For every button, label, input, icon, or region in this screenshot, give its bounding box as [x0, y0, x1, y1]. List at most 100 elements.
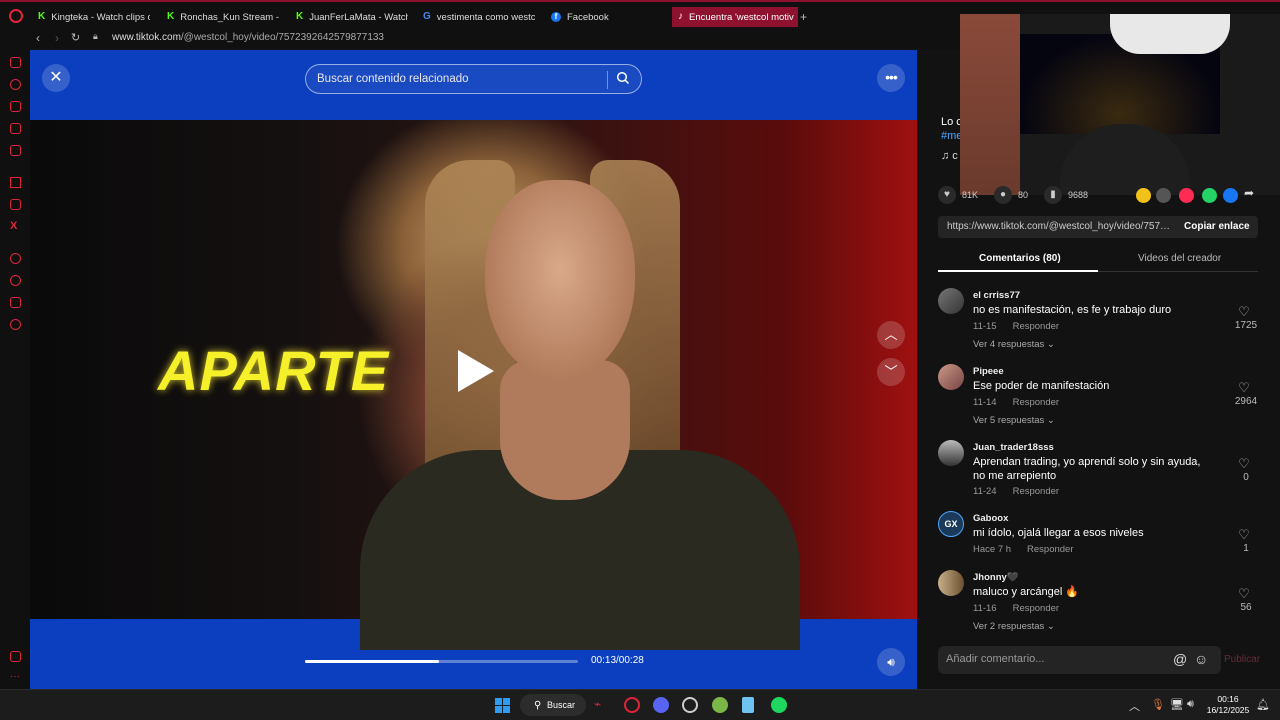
- sidebar-twitch-icon[interactable]: [10, 199, 21, 210]
- avatar[interactable]: [938, 288, 964, 314]
- comment-like-icon[interactable]: ♡: [1232, 304, 1256, 320]
- view-replies-button[interactable]: Ver 2 respuestas ⌄: [973, 621, 1055, 632]
- sidebar-history-icon[interactable]: [10, 275, 21, 286]
- tray-chevron-icon[interactable]: ︿: [1129, 698, 1140, 714]
- back-icon[interactable]: ‹: [36, 31, 40, 45]
- avatar[interactable]: GX: [938, 511, 964, 537]
- copy-link-button[interactable]: Copiar enlace: [1184, 221, 1250, 232]
- close-video-button[interactable]: ✕: [42, 64, 70, 92]
- sidebar-a-icon[interactable]: [10, 177, 21, 188]
- browser-tab-tiktok-active[interactable]: ♪ Encuentra 'westcol motiv: [672, 7, 798, 27]
- tab-comments[interactable]: Comentarios (80): [979, 253, 1061, 264]
- spotify-icon[interactable]: [771, 697, 787, 713]
- browser-tab-kingteka[interactable]: K Kingteka - Watch clips on: [38, 7, 150, 27]
- reply-button[interactable]: Responder: [1013, 603, 1059, 614]
- more-options-button[interactable]: •••: [877, 64, 905, 92]
- comment-like-icon[interactable]: ♡: [1232, 380, 1256, 396]
- share-facebook-icon[interactable]: [1223, 188, 1238, 203]
- add-comment-input[interactable]: Añadir comentario... @ ☺: [938, 646, 1221, 674]
- sidebar-speed-dial-icon[interactable]: [10, 57, 21, 68]
- sidebar-aria-icon[interactable]: [10, 79, 21, 90]
- share-send-icon[interactable]: [1179, 188, 1194, 203]
- related-search-input[interactable]: Buscar contenido relacionado: [305, 64, 642, 94]
- reply-button[interactable]: Responder: [1013, 397, 1059, 408]
- comment-icon[interactable]: ●: [994, 186, 1012, 204]
- opera-icon[interactable]: [624, 697, 640, 713]
- share-whatsapp-icon[interactable]: [1202, 188, 1217, 203]
- opera-logo-icon[interactable]: [9, 9, 23, 23]
- browser-tab-facebook[interactable]: f Facebook: [551, 7, 663, 27]
- previous-video-button[interactable]: ︿: [877, 321, 905, 349]
- music-partial[interactable]: ♫ c: [941, 150, 958, 162]
- notepad-icon[interactable]: [742, 697, 754, 713]
- sidebar-x-icon[interactable]: X: [10, 221, 21, 232]
- opera-gx-icon[interactable]: ⌁: [594, 697, 610, 713]
- sidebar-settings-icon[interactable]: [10, 319, 21, 330]
- comment-stat[interactable]: ● 80: [994, 186, 1028, 204]
- speaker-icon[interactable]: 🔊︎: [1187, 698, 1194, 711]
- sidebar-m-icon[interactable]: [10, 145, 21, 156]
- comment-like-icon[interactable]: ♡: [1232, 586, 1256, 602]
- clock-date: 16/12/2025: [1206, 705, 1250, 715]
- reload-icon[interactable]: ↻: [71, 31, 80, 44]
- emoji-icon[interactable]: ☺: [1194, 651, 1208, 667]
- sidebar-extensions-icon[interactable]: [10, 297, 21, 308]
- windows-start-icon[interactable]: [495, 698, 510, 713]
- video-progress-bar[interactable]: [305, 660, 578, 663]
- comment-username[interactable]: el crriss77: [973, 290, 1020, 301]
- microphone-icon[interactable]: 🎙︎: [1151, 698, 1165, 711]
- bookmark-icon[interactable]: ▮: [1044, 186, 1062, 204]
- reply-button[interactable]: Responder: [1013, 321, 1059, 332]
- share-more-icon[interactable]: ➦: [1244, 186, 1254, 200]
- avatar[interactable]: [938, 440, 964, 466]
- sidebar-more-icon[interactable]: ···: [10, 672, 21, 684]
- comment-meta: 11-14 Responder: [973, 397, 1075, 408]
- view-replies-button[interactable]: Ver 4 respuestas ⌄: [973, 339, 1055, 350]
- play-icon[interactable]: [458, 350, 494, 392]
- sidebar-bag-icon[interactable]: [10, 101, 21, 112]
- sidebar-camera-icon[interactable]: [10, 651, 21, 662]
- game-app-icon[interactable]: [712, 697, 728, 713]
- url-field[interactable]: www.tiktok.com/@westcol_hoy/video/757239…: [112, 32, 384, 43]
- avatar[interactable]: [938, 364, 964, 390]
- video-time: 00:13/00:28: [591, 655, 644, 666]
- taskbar-search-button[interactable]: ⚲ Buscar: [520, 694, 586, 716]
- taskbar-clock[interactable]: 00:16 16/12/2025: [1206, 694, 1250, 716]
- comment-username[interactable]: Jhonny🖤: [973, 572, 1019, 583]
- notification-icon[interactable]: 🔔︎: [1256, 698, 1270, 711]
- heart-icon[interactable]: ♥: [938, 186, 956, 204]
- like-stat[interactable]: ♥ 81K: [938, 186, 978, 204]
- avatar[interactable]: [938, 570, 964, 596]
- browser-tab-juanferlamata[interactable]: K JuanFerLaMata - Watch: [296, 7, 408, 27]
- view-replies-button[interactable]: Ver 5 respuestas ⌄: [973, 415, 1055, 426]
- sidebar-messenger-icon[interactable]: [10, 123, 21, 134]
- mention-icon[interactable]: @: [1173, 651, 1187, 667]
- sidebar-player-icon[interactable]: [10, 253, 21, 264]
- comment-item: el crriss77 no es manifestación, es fe y…: [938, 288, 1268, 358]
- forward-icon[interactable]: ›: [55, 31, 59, 45]
- browser-tab-google[interactable]: G vestimenta como westco: [423, 7, 535, 27]
- share-link-field[interactable]: https://www.tiktok.com/@westcol_hoy/vide…: [947, 221, 1172, 232]
- share-friends-icon[interactable]: [1136, 188, 1151, 203]
- steam-icon[interactable]: [682, 697, 698, 713]
- volume-button[interactable]: 🔊︎: [877, 648, 905, 676]
- new-tab-button[interactable]: +: [800, 10, 807, 24]
- comment-username[interactable]: Gaboox: [973, 513, 1008, 524]
- share-embed-icon[interactable]: [1156, 188, 1171, 203]
- tiktok-icon: ♪: [678, 11, 683, 22]
- reply-button[interactable]: Responder: [1013, 486, 1059, 497]
- network-icon[interactable]: 🖥︎: [1170, 698, 1184, 711]
- next-video-button[interactable]: ﹀: [877, 358, 905, 386]
- publish-button[interactable]: Publicar: [1224, 654, 1260, 665]
- comment-username[interactable]: Juan_trader18sss: [973, 442, 1054, 453]
- search-icon[interactable]: [616, 71, 630, 85]
- comment-like-icon[interactable]: ♡: [1232, 527, 1256, 543]
- tab-creator-videos[interactable]: Videos del creador: [1138, 253, 1221, 264]
- browser-tab-ronchas[interactable]: K Ronchas_Kun Stream - W: [167, 7, 279, 27]
- comment-username[interactable]: Pipeee: [973, 366, 1004, 377]
- facebook-icon: f: [551, 12, 561, 22]
- discord-icon[interactable]: [653, 697, 669, 713]
- comment-like-icon[interactable]: ♡: [1232, 456, 1256, 472]
- reply-button[interactable]: Responder: [1027, 544, 1073, 555]
- bookmark-stat[interactable]: ▮ 9688: [1044, 186, 1088, 204]
